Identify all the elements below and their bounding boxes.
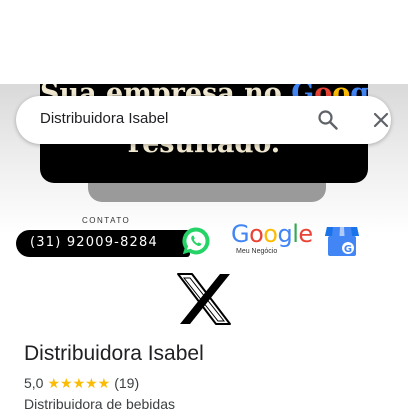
search-icon[interactable] xyxy=(316,108,340,132)
svg-text:G: G xyxy=(344,244,352,255)
google-logo-subtitle: Meu Negócio xyxy=(236,248,278,255)
review-count[interactable]: (19) xyxy=(114,375,139,391)
search-input[interactable]: Distribuidora Isabel xyxy=(40,110,168,127)
contact-label: CONTATO xyxy=(82,216,131,225)
google-my-business-icon: G xyxy=(325,227,359,256)
rating-line[interactable]: 5,0 ★★★★★ (19) xyxy=(24,375,139,392)
rating-value: 5,0 xyxy=(24,375,44,391)
business-name[interactable]: Distribuidora Isabel xyxy=(24,342,204,366)
search-bar[interactable]: Distribuidora Isabel xyxy=(16,96,391,144)
star-rating-icon: ★★★★★ xyxy=(47,375,111,391)
business-category: Distribuidora de bebidas xyxy=(24,396,175,412)
google-logo-text: Google xyxy=(231,220,313,248)
whatsapp-icon xyxy=(182,227,210,255)
top-blank-area xyxy=(0,0,408,84)
x-logo xyxy=(177,273,231,325)
close-icon[interactable] xyxy=(369,108,393,132)
phone-number: (31) 92009-8284 xyxy=(30,235,158,250)
phone-banner: (31) 92009-8284 xyxy=(16,230,190,257)
